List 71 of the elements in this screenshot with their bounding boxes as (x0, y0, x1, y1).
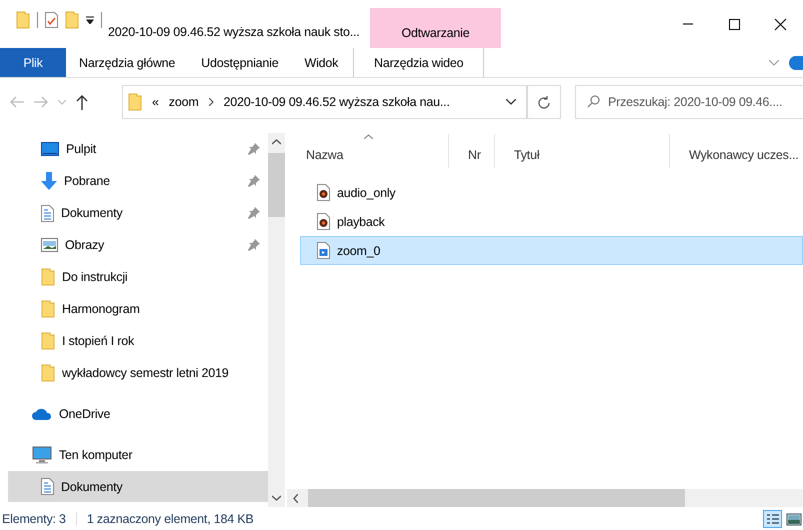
audio-file-icon (317, 184, 330, 201)
scroll-left-icon[interactable] (293, 494, 298, 502)
details-list-icon (764, 512, 780, 526)
pictures-icon (41, 238, 58, 252)
ribbon-tab[interactable]: Narzędzia główne (66, 48, 188, 77)
scroll-thumb[interactable] (268, 153, 285, 217)
file-row[interactable]: audio_only (300, 178, 803, 207)
folder-icon (41, 300, 55, 318)
path-overflow[interactable]: « (152, 95, 159, 109)
item-count: Elementy: 3 (2, 512, 67, 526)
column-header[interactable]: Nr (449, 134, 495, 168)
vertical-scrollbar[interactable] (268, 133, 285, 507)
ribbon-tab[interactable]: Widok (292, 48, 352, 77)
document-icon (41, 204, 54, 222)
sidebar-item[interactable]: Do instrukcji (0, 261, 268, 293)
sidebar-item[interactable]: Harmonogram (0, 293, 268, 325)
document-icon (41, 478, 54, 495)
ribbon-tab[interactable]: Plik (0, 48, 66, 77)
breadcrumb[interactable]: 2020-10-09 09.46.52 wyższa szkoła nau... (224, 95, 450, 109)
folder-icon (41, 332, 55, 350)
expand-ribbon-icon[interactable] (769, 60, 779, 66)
breadcrumb[interactable]: zoom (168, 95, 199, 109)
scroll-thumb[interactable] (308, 489, 685, 507)
pin-icon[interactable] (248, 239, 260, 251)
details-view-button[interactable] (763, 510, 782, 528)
ribbon-tab[interactable]: Udostępnianie (188, 48, 292, 77)
window-title: 2020-10-09 09.46.52 wyższa szkoła nauk sto... (108, 25, 361, 41)
sidebar-item[interactable]: OneDrive (0, 398, 268, 430)
chevron-icon[interactable] (208, 98, 214, 106)
column-header[interactable]: Tytuł (495, 134, 670, 168)
desktop-icon (41, 142, 59, 156)
sidebar-item[interactable]: Pobrane (0, 165, 268, 197)
contextual-tab-group: Odtwarzanie (370, 8, 501, 48)
video-file-icon (317, 242, 330, 259)
search-icon (587, 95, 600, 108)
customize-dropdown-icon[interactable] (86, 16, 94, 24)
sidebar-item[interactable]: Obrazy (0, 229, 268, 261)
sort-caret-icon (364, 134, 372, 139)
up-arrow-icon[interactable] (76, 94, 88, 110)
folder-icon (41, 364, 55, 382)
help-icon[interactable] (789, 56, 803, 70)
refresh-button[interactable] (527, 85, 561, 119)
sidebar-item[interactable]: I stopień I rok (0, 325, 268, 357)
sidebar-item[interactable]: Dokumenty (0, 197, 268, 229)
download-icon (41, 172, 57, 190)
sidebar-item[interactable]: wykładowcy semestr letni 2019 (0, 357, 268, 389)
ribbon-tab[interactable]: Narzędzia wideo (353, 48, 484, 77)
properties-icon[interactable] (45, 12, 58, 28)
file-row[interactable]: zoom_0 (300, 236, 803, 265)
cloud-icon (32, 408, 52, 420)
column-header[interactable]: Wykonawcy uczes... (670, 134, 803, 168)
folder-icon (16, 11, 30, 29)
search-field[interactable]: Przeszukaj: 2020-10-09 09.46.... (575, 85, 803, 119)
audio-file-icon (317, 213, 330, 230)
column-header[interactable]: Nazwa (287, 134, 449, 168)
horizontal-scrollbar[interactable] (287, 489, 803, 507)
pin-icon[interactable] (248, 207, 260, 219)
pin-icon[interactable] (248, 143, 260, 155)
new-folder-icon (65, 11, 79, 29)
folder-icon (128, 93, 142, 111)
folder-icon (41, 268, 55, 286)
sidebar-item[interactable]: Ten komputer (0, 439, 268, 471)
file-row[interactable]: playback (300, 207, 803, 236)
sidebar-item[interactable]: Dokumenty (8, 471, 268, 502)
pin-icon[interactable] (248, 175, 260, 187)
sidebar-item[interactable]: Pulpit (0, 133, 268, 165)
computer-icon (32, 446, 52, 464)
address-bar[interactable]: « zoom 2020-10-09 09.46.52 wyższa szkoła nau... (122, 85, 527, 119)
refresh-icon (538, 95, 550, 109)
selection-info: 1 zaznaczony element, 184 KB (76, 512, 264, 526)
dropdown-icon[interactable] (506, 99, 516, 105)
